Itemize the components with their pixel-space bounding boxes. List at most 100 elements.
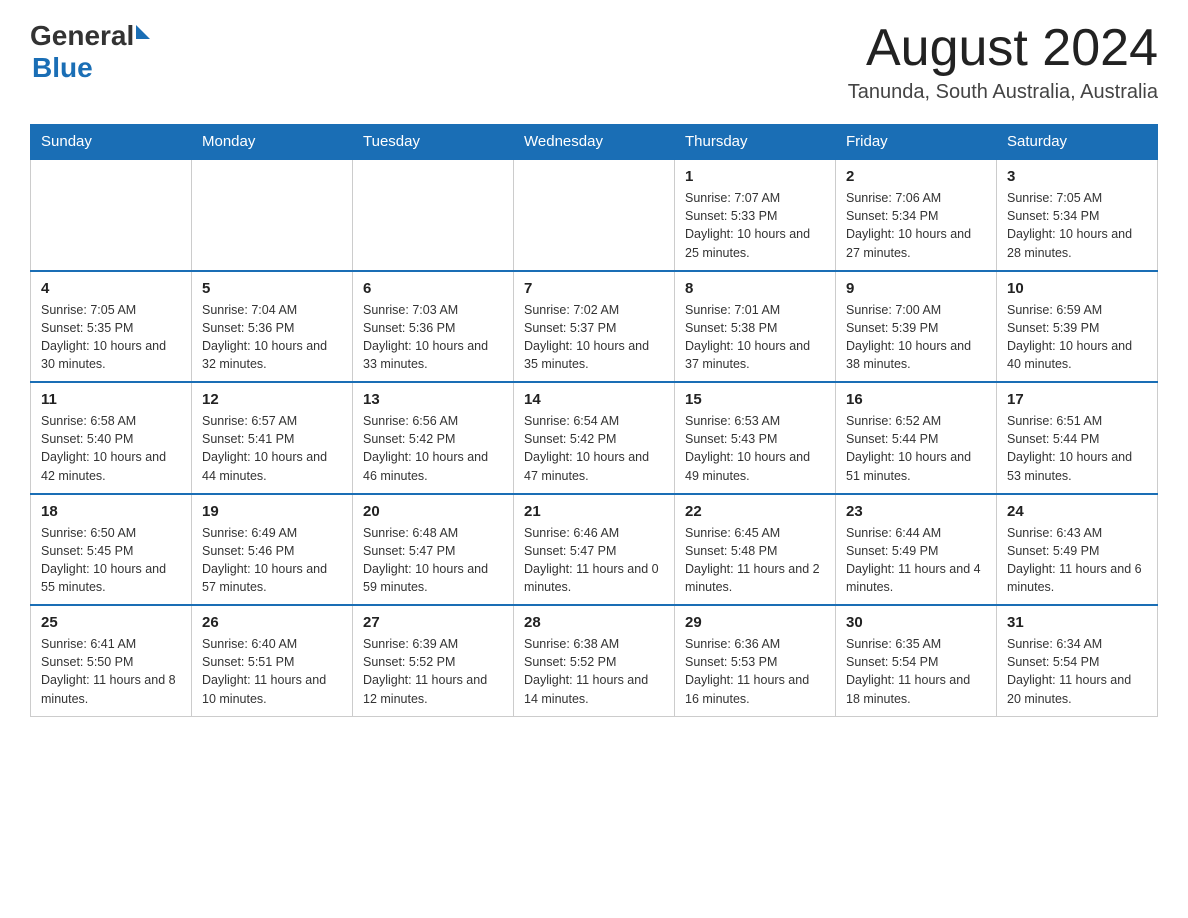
day-info: Sunrise: 6:40 AM Sunset: 5:51 PM Dayligh… bbox=[202, 635, 342, 708]
day-number: 8 bbox=[685, 280, 825, 297]
day-info: Sunrise: 6:45 AM Sunset: 5:48 PM Dayligh… bbox=[685, 524, 825, 597]
day-number: 10 bbox=[1007, 280, 1147, 297]
calendar-day-cell: 27 Sunrise: 6:39 AM Sunset: 5:52 PM Dayli… bbox=[353, 605, 514, 716]
day-info: Sunrise: 7:05 AM Sunset: 5:35 PM Dayligh… bbox=[41, 301, 181, 374]
calendar-day-cell: 3Sunrise: 7:05 AM Sunset: 5:34 PM Daylig… bbox=[997, 159, 1158, 271]
day-info: Sunrise: 6:39 AM Sunset: 5:52 PM Dayligh… bbox=[363, 635, 503, 708]
day-info: Sunrise: 6:54 AM Sunset: 5:42 PM Dayligh… bbox=[524, 412, 664, 485]
day-number: 1 bbox=[685, 168, 825, 185]
calendar-day-cell bbox=[192, 159, 353, 271]
page-header: General Blue August 2024 Tanunda, South … bbox=[30, 20, 1158, 104]
day-number: 6 bbox=[363, 280, 503, 297]
day-info: Sunrise: 7:04 AM Sunset: 5:36 PM Dayligh… bbox=[202, 301, 342, 374]
day-number: 19 bbox=[202, 503, 342, 520]
calendar-day-cell: 7Sunrise: 7:02 AM Sunset: 5:37 PM Daylig… bbox=[514, 271, 675, 383]
day-number: 30 bbox=[846, 614, 986, 631]
calendar-week-row: 4 Sunrise: 7:05 AM Sunset: 5:35 PM Daylig… bbox=[31, 271, 1158, 383]
calendar-day-cell: 10Sunrise: 6:59 AM Sunset: 5:39 PM Dayli… bbox=[997, 271, 1158, 383]
calendar-day-cell bbox=[353, 159, 514, 271]
day-info: Sunrise: 7:00 AM Sunset: 5:39 PM Dayligh… bbox=[846, 301, 986, 374]
day-info: Sunrise: 6:56 AM Sunset: 5:42 PM Dayligh… bbox=[363, 412, 503, 485]
day-info: Sunrise: 6:50 AM Sunset: 5:45 PM Dayligh… bbox=[41, 524, 181, 597]
day-of-week-header: Saturday bbox=[997, 125, 1158, 160]
calendar-week-row: 25 Sunrise: 6:41 AM Sunset: 5:50 PM Dayli… bbox=[31, 605, 1158, 716]
day-number: 2 bbox=[846, 168, 986, 185]
calendar-day-cell: 1 Sunrise: 7:07 AM Sunset: 5:33 PM Daylig… bbox=[675, 159, 836, 271]
calendar-day-cell: 24Sunrise: 6:43 AM Sunset: 5:49 PM Dayli… bbox=[997, 494, 1158, 606]
calendar-day-cell: 28 Sunrise: 6:38 AM Sunset: 5:52 PM Dayli… bbox=[514, 605, 675, 716]
day-number: 21 bbox=[524, 503, 664, 520]
day-number: 25 bbox=[41, 614, 181, 631]
day-number: 9 bbox=[846, 280, 986, 297]
day-info: Sunrise: 6:35 AM Sunset: 5:54 PM Dayligh… bbox=[846, 635, 986, 708]
day-of-week-header: Monday bbox=[192, 125, 353, 160]
location-subtitle: Tanunda, South Australia, Australia bbox=[848, 81, 1158, 104]
day-info: Sunrise: 6:51 AM Sunset: 5:44 PM Dayligh… bbox=[1007, 412, 1147, 485]
calendar-day-cell: 6Sunrise: 7:03 AM Sunset: 5:36 PM Daylig… bbox=[353, 271, 514, 383]
day-info: Sunrise: 6:36 AM Sunset: 5:53 PM Dayligh… bbox=[685, 635, 825, 708]
calendar-day-cell bbox=[514, 159, 675, 271]
calendar-day-cell: 21Sunrise: 6:46 AM Sunset: 5:47 PM Dayli… bbox=[514, 494, 675, 606]
calendar-day-cell: 5 Sunrise: 7:04 AM Sunset: 5:36 PM Daylig… bbox=[192, 271, 353, 383]
calendar-day-cell: 25 Sunrise: 6:41 AM Sunset: 5:50 PM Dayli… bbox=[31, 605, 192, 716]
calendar-day-cell: 29Sunrise: 6:36 AM Sunset: 5:53 PM Dayli… bbox=[675, 605, 836, 716]
day-number: 12 bbox=[202, 391, 342, 408]
day-info: Sunrise: 6:53 AM Sunset: 5:43 PM Dayligh… bbox=[685, 412, 825, 485]
calendar-day-cell: 23Sunrise: 6:44 AM Sunset: 5:49 PM Dayli… bbox=[836, 494, 997, 606]
day-of-week-header: Wednesday bbox=[514, 125, 675, 160]
day-number: 20 bbox=[363, 503, 503, 520]
day-number: 23 bbox=[846, 503, 986, 520]
calendar-day-cell: 31 Sunrise: 6:34 AM Sunset: 5:54 PM Dayli… bbox=[997, 605, 1158, 716]
day-number: 24 bbox=[1007, 503, 1147, 520]
day-number: 16 bbox=[846, 391, 986, 408]
day-info: Sunrise: 7:01 AM Sunset: 5:38 PM Dayligh… bbox=[685, 301, 825, 374]
day-info: Sunrise: 7:06 AM Sunset: 5:34 PM Dayligh… bbox=[846, 189, 986, 262]
calendar-day-cell: 15Sunrise: 6:53 AM Sunset: 5:43 PM Dayli… bbox=[675, 382, 836, 494]
month-year-title: August 2024 bbox=[848, 20, 1158, 77]
logo-general-text: General bbox=[30, 20, 134, 52]
calendar-day-cell: 18Sunrise: 6:50 AM Sunset: 5:45 PM Dayli… bbox=[31, 494, 192, 606]
calendar-week-row: 11Sunrise: 6:58 AM Sunset: 5:40 PM Dayli… bbox=[31, 382, 1158, 494]
day-of-week-header: Thursday bbox=[675, 125, 836, 160]
logo: General Blue bbox=[30, 20, 150, 84]
calendar-day-cell: 26 Sunrise: 6:40 AM Sunset: 5:51 PM Dayli… bbox=[192, 605, 353, 716]
calendar-day-cell: 20 Sunrise: 6:48 AM Sunset: 5:47 PM Dayli… bbox=[353, 494, 514, 606]
day-info: Sunrise: 6:34 AM Sunset: 5:54 PM Dayligh… bbox=[1007, 635, 1147, 708]
day-info: Sunrise: 6:48 AM Sunset: 5:47 PM Dayligh… bbox=[363, 524, 503, 597]
day-number: 5 bbox=[202, 280, 342, 297]
calendar-day-cell: 22 Sunrise: 6:45 AM Sunset: 5:48 PM Dayli… bbox=[675, 494, 836, 606]
day-number: 27 bbox=[363, 614, 503, 631]
day-info: Sunrise: 6:38 AM Sunset: 5:52 PM Dayligh… bbox=[524, 635, 664, 708]
calendar-week-row: 1 Sunrise: 7:07 AM Sunset: 5:33 PM Daylig… bbox=[31, 159, 1158, 271]
day-number: 22 bbox=[685, 503, 825, 520]
logo-blue-text: Blue bbox=[32, 52, 93, 83]
calendar-table: SundayMondayTuesdayWednesdayThursdayFrid… bbox=[30, 124, 1158, 717]
day-number: 26 bbox=[202, 614, 342, 631]
calendar-day-cell: 9 Sunrise: 7:00 AM Sunset: 5:39 PM Daylig… bbox=[836, 271, 997, 383]
calendar-week-row: 18Sunrise: 6:50 AM Sunset: 5:45 PM Dayli… bbox=[31, 494, 1158, 606]
calendar-day-cell: 8 Sunrise: 7:01 AM Sunset: 5:38 PM Daylig… bbox=[675, 271, 836, 383]
calendar-day-cell: 30 Sunrise: 6:35 AM Sunset: 5:54 PM Dayli… bbox=[836, 605, 997, 716]
day-info: Sunrise: 7:02 AM Sunset: 5:37 PM Dayligh… bbox=[524, 301, 664, 374]
title-section: August 2024 Tanunda, South Australia, Au… bbox=[848, 20, 1158, 104]
calendar-day-cell: 16 Sunrise: 6:52 AM Sunset: 5:44 PM Dayli… bbox=[836, 382, 997, 494]
calendar-day-cell: 14Sunrise: 6:54 AM Sunset: 5:42 PM Dayli… bbox=[514, 382, 675, 494]
day-info: Sunrise: 6:57 AM Sunset: 5:41 PM Dayligh… bbox=[202, 412, 342, 485]
calendar-day-cell: 19 Sunrise: 6:49 AM Sunset: 5:46 PM Dayli… bbox=[192, 494, 353, 606]
day-of-week-header: Tuesday bbox=[353, 125, 514, 160]
day-number: 28 bbox=[524, 614, 664, 631]
calendar-day-cell: 12 Sunrise: 6:57 AM Sunset: 5:41 PM Dayli… bbox=[192, 382, 353, 494]
day-info: Sunrise: 7:07 AM Sunset: 5:33 PM Dayligh… bbox=[685, 189, 825, 262]
day-of-week-header: Friday bbox=[836, 125, 997, 160]
day-number: 3 bbox=[1007, 168, 1147, 185]
calendar-day-cell bbox=[31, 159, 192, 271]
day-info: Sunrise: 6:49 AM Sunset: 5:46 PM Dayligh… bbox=[202, 524, 342, 597]
day-info: Sunrise: 6:52 AM Sunset: 5:44 PM Dayligh… bbox=[846, 412, 986, 485]
day-info: Sunrise: 6:41 AM Sunset: 5:50 PM Dayligh… bbox=[41, 635, 181, 708]
day-number: 4 bbox=[41, 280, 181, 297]
logo-triangle-icon bbox=[136, 25, 150, 39]
calendar-day-cell: 4 Sunrise: 7:05 AM Sunset: 5:35 PM Daylig… bbox=[31, 271, 192, 383]
day-number: 31 bbox=[1007, 614, 1147, 631]
calendar-header-row: SundayMondayTuesdayWednesdayThursdayFrid… bbox=[31, 125, 1158, 160]
calendar-day-cell: 13Sunrise: 6:56 AM Sunset: 5:42 PM Dayli… bbox=[353, 382, 514, 494]
